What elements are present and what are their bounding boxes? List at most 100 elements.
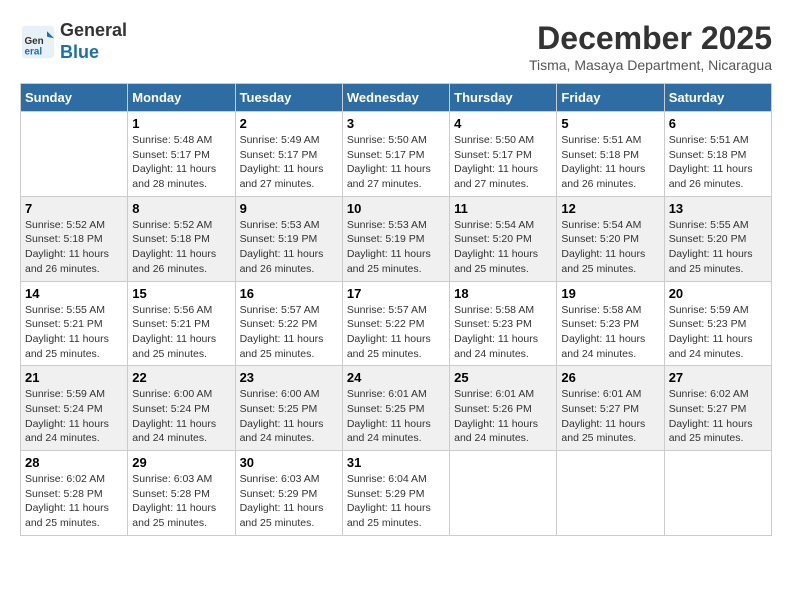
day-info: Sunrise: 5:50 AMSunset: 5:17 PMDaylight:… [347, 133, 445, 192]
day-number: 1 [132, 116, 230, 131]
weekday-header-wednesday: Wednesday [342, 84, 449, 112]
day-info: Sunrise: 5:51 AMSunset: 5:18 PMDaylight:… [561, 133, 659, 192]
day-info: Sunrise: 6:03 AMSunset: 5:29 PMDaylight:… [240, 472, 338, 531]
day-number: 9 [240, 201, 338, 216]
svg-text:Gen: Gen [25, 35, 44, 46]
day-info: Sunrise: 5:50 AMSunset: 5:17 PMDaylight:… [454, 133, 552, 192]
calendar-cell: 9 Sunrise: 5:53 AMSunset: 5:19 PMDaylight… [235, 196, 342, 281]
logo-blue: Blue [60, 42, 127, 64]
calendar-cell: 16 Sunrise: 5:57 AMSunset: 5:22 PMDayligh… [235, 281, 342, 366]
calendar-cell: 12 Sunrise: 5:54 AMSunset: 5:20 PMDayligh… [557, 196, 664, 281]
day-info: Sunrise: 5:53 AMSunset: 5:19 PMDaylight:… [240, 218, 338, 277]
day-number: 14 [25, 286, 123, 301]
calendar-cell: 13Sunrise: 5:55 AMSunset: 5:20 PMDayligh… [664, 196, 771, 281]
day-number: 3 [347, 116, 445, 131]
day-info: Sunrise: 5:59 AMSunset: 5:23 PMDaylight:… [669, 303, 767, 362]
day-number: 27 [669, 370, 767, 385]
day-number: 25 [454, 370, 552, 385]
calendar-cell: 6 Sunrise: 5:51 AMSunset: 5:18 PMDaylight… [664, 112, 771, 197]
calendar-cell: 29 Sunrise: 6:03 AMSunset: 5:28 PMDayligh… [128, 451, 235, 536]
day-number: 13 [669, 201, 767, 216]
day-number: 26 [561, 370, 659, 385]
calendar-cell: 17 Sunrise: 5:57 AMSunset: 5:22 PMDayligh… [342, 281, 449, 366]
day-info: Sunrise: 5:52 AMSunset: 5:18 PMDaylight:… [25, 218, 123, 277]
calendar-cell: 4 Sunrise: 5:50 AMSunset: 5:17 PMDaylight… [450, 112, 557, 197]
weekday-header-tuesday: Tuesday [235, 84, 342, 112]
day-number: 21 [25, 370, 123, 385]
day-number: 28 [25, 455, 123, 470]
day-info: Sunrise: 5:54 AMSunset: 5:20 PMDaylight:… [561, 218, 659, 277]
day-number: 22 [132, 370, 230, 385]
day-number: 4 [454, 116, 552, 131]
page-header: Gen eral General Blue December 2025 Tism… [20, 20, 772, 73]
calendar-cell: 26 Sunrise: 6:01 AMSunset: 5:27 PMDayligh… [557, 366, 664, 451]
day-number: 16 [240, 286, 338, 301]
day-number: 24 [347, 370, 445, 385]
day-info: Sunrise: 6:02 AMSunset: 5:27 PMDaylight:… [669, 387, 767, 446]
logo-general: General [60, 20, 127, 42]
day-info: Sunrise: 6:00 AMSunset: 5:25 PMDaylight:… [240, 387, 338, 446]
calendar-cell: 24 Sunrise: 6:01 AMSunset: 5:25 PMDayligh… [342, 366, 449, 451]
day-info: Sunrise: 5:48 AMSunset: 5:17 PMDaylight:… [132, 133, 230, 192]
day-info: Sunrise: 5:53 AMSunset: 5:19 PMDaylight:… [347, 218, 445, 277]
day-info: Sunrise: 5:57 AMSunset: 5:22 PMDaylight:… [240, 303, 338, 362]
day-info: Sunrise: 5:58 AMSunset: 5:23 PMDaylight:… [561, 303, 659, 362]
day-info: Sunrise: 5:51 AMSunset: 5:18 PMDaylight:… [669, 133, 767, 192]
calendar-cell [450, 451, 557, 536]
weekday-header-thursday: Thursday [450, 84, 557, 112]
calendar-cell: 27 Sunrise: 6:02 AMSunset: 5:27 PMDayligh… [664, 366, 771, 451]
calendar-cell: 31Sunrise: 6:04 AMSunset: 5:29 PMDayligh… [342, 451, 449, 536]
calendar-cell: 7Sunrise: 5:52 AMSunset: 5:18 PMDaylight… [21, 196, 128, 281]
day-number: 18 [454, 286, 552, 301]
day-number: 5 [561, 116, 659, 131]
calendar-cell [557, 451, 664, 536]
location-subtitle: Tisma, Masaya Department, Nicaragua [529, 57, 772, 73]
day-number: 30 [240, 455, 338, 470]
calendar-cell: 11 Sunrise: 5:54 AMSunset: 5:20 PMDayligh… [450, 196, 557, 281]
day-info: Sunrise: 6:02 AMSunset: 5:28 PMDaylight:… [25, 472, 123, 531]
day-number: 12 [561, 201, 659, 216]
calendar-cell: 3 Sunrise: 5:50 AMSunset: 5:17 PMDaylight… [342, 112, 449, 197]
day-info: Sunrise: 5:54 AMSunset: 5:20 PMDaylight:… [454, 218, 552, 277]
day-number: 2 [240, 116, 338, 131]
day-number: 6 [669, 116, 767, 131]
day-info: Sunrise: 6:03 AMSunset: 5:28 PMDaylight:… [132, 472, 230, 531]
day-info: Sunrise: 6:00 AMSunset: 5:24 PMDaylight:… [132, 387, 230, 446]
calendar-cell: 21 Sunrise: 5:59 AMSunset: 5:24 PMDayligh… [21, 366, 128, 451]
calendar-cell [664, 451, 771, 536]
day-number: 17 [347, 286, 445, 301]
day-info: Sunrise: 5:58 AMSunset: 5:23 PMDaylight:… [454, 303, 552, 362]
day-info: Sunrise: 6:01 AMSunset: 5:26 PMDaylight:… [454, 387, 552, 446]
weekday-header-friday: Friday [557, 84, 664, 112]
calendar-cell: 22 Sunrise: 6:00 AMSunset: 5:24 PMDayligh… [128, 366, 235, 451]
month-title: December 2025 [529, 20, 772, 57]
calendar-week-row: 21 Sunrise: 5:59 AMSunset: 5:24 PMDayligh… [21, 366, 772, 451]
day-number: 10 [347, 201, 445, 216]
day-number: 23 [240, 370, 338, 385]
svg-text:eral: eral [25, 46, 43, 57]
day-number: 15 [132, 286, 230, 301]
calendar-cell: 10 Sunrise: 5:53 AMSunset: 5:19 PMDayligh… [342, 196, 449, 281]
day-number: 19 [561, 286, 659, 301]
day-info: Sunrise: 5:59 AMSunset: 5:24 PMDaylight:… [25, 387, 123, 446]
title-block: December 2025 Tisma, Masaya Department, … [529, 20, 772, 73]
calendar-week-row: 7Sunrise: 5:52 AMSunset: 5:18 PMDaylight… [21, 196, 772, 281]
day-info: Sunrise: 6:04 AMSunset: 5:29 PMDaylight:… [347, 472, 445, 531]
day-number: 20 [669, 286, 767, 301]
calendar-cell: 5 Sunrise: 5:51 AMSunset: 5:18 PMDaylight… [557, 112, 664, 197]
day-info: Sunrise: 5:57 AMSunset: 5:22 PMDaylight:… [347, 303, 445, 362]
day-info: Sunrise: 5:49 AMSunset: 5:17 PMDaylight:… [240, 133, 338, 192]
day-info: Sunrise: 6:01 AMSunset: 5:27 PMDaylight:… [561, 387, 659, 446]
calendar-cell: 8Sunrise: 5:52 AMSunset: 5:18 PMDaylight… [128, 196, 235, 281]
day-number: 29 [132, 455, 230, 470]
calendar-week-row: 28 Sunrise: 6:02 AMSunset: 5:28 PMDayligh… [21, 451, 772, 536]
calendar-cell: 2 Sunrise: 5:49 AMSunset: 5:17 PMDaylight… [235, 112, 342, 197]
calendar-cell: 14Sunrise: 5:55 AMSunset: 5:21 PMDayligh… [21, 281, 128, 366]
weekday-header-saturday: Saturday [664, 84, 771, 112]
day-info: Sunrise: 5:52 AMSunset: 5:18 PMDaylight:… [132, 218, 230, 277]
calendar-cell: 15Sunrise: 5:56 AMSunset: 5:21 PMDayligh… [128, 281, 235, 366]
day-info: Sunrise: 6:01 AMSunset: 5:25 PMDaylight:… [347, 387, 445, 446]
calendar-cell: 18 Sunrise: 5:58 AMSunset: 5:23 PMDayligh… [450, 281, 557, 366]
calendar-week-row: 14Sunrise: 5:55 AMSunset: 5:21 PMDayligh… [21, 281, 772, 366]
day-number: 11 [454, 201, 552, 216]
